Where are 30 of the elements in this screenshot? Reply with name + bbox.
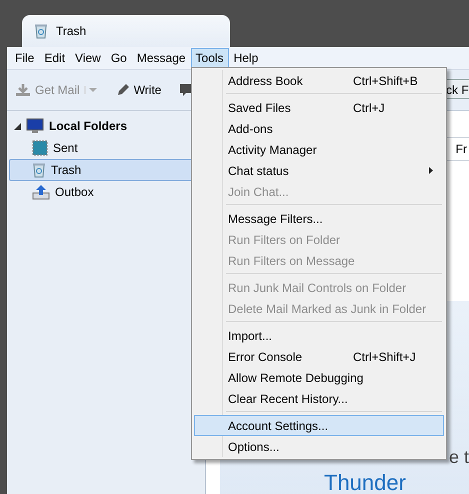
menu-title[interactable]: Help bbox=[228, 48, 264, 68]
menu-item[interactable]: Error Console Ctrl+Shift+J bbox=[194, 346, 444, 367]
menu-item[interactable]: Options... bbox=[194, 436, 444, 457]
folder-icon bbox=[32, 140, 48, 156]
menu-item[interactable]: Clear Recent History... bbox=[194, 388, 444, 409]
outbox-icon bbox=[32, 184, 50, 200]
menu-title[interactable]: Edit bbox=[39, 48, 70, 68]
menu-title[interactable]: View bbox=[70, 48, 106, 68]
menu-title[interactable]: Tools bbox=[190, 48, 229, 68]
expanded-arrow-icon[interactable] bbox=[14, 122, 21, 130]
pencil-icon bbox=[116, 83, 130, 97]
menu-title[interactable]: Go bbox=[106, 48, 132, 68]
trash-can-icon bbox=[32, 162, 46, 178]
welcome-heading: Thunder bbox=[324, 472, 406, 494]
menu-item[interactable]: Allow Remote Debugging bbox=[194, 367, 444, 388]
menu-item[interactable]: Account Settings... bbox=[194, 415, 444, 436]
download-icon bbox=[15, 83, 31, 97]
menu-item[interactable]: Message Filters... bbox=[194, 208, 444, 229]
welcome-text: e t bbox=[448, 447, 469, 468]
menu-item[interactable]: Saved Files Ctrl+J bbox=[194, 97, 444, 118]
computer-icon bbox=[26, 118, 44, 134]
menu-item[interactable]: Import... bbox=[194, 325, 444, 346]
write-button[interactable]: Write bbox=[114, 81, 164, 99]
window-tab[interactable]: Trash bbox=[22, 15, 230, 47]
menu-title[interactable]: File bbox=[10, 48, 40, 68]
trash-can-icon bbox=[34, 23, 48, 39]
submenu-arrow-icon bbox=[429, 167, 433, 174]
menu-title[interactable]: Message bbox=[132, 48, 191, 68]
window-title: Trash bbox=[56, 24, 86, 38]
menu-item[interactable]: Address Book Ctrl+Shift+B bbox=[194, 70, 444, 91]
